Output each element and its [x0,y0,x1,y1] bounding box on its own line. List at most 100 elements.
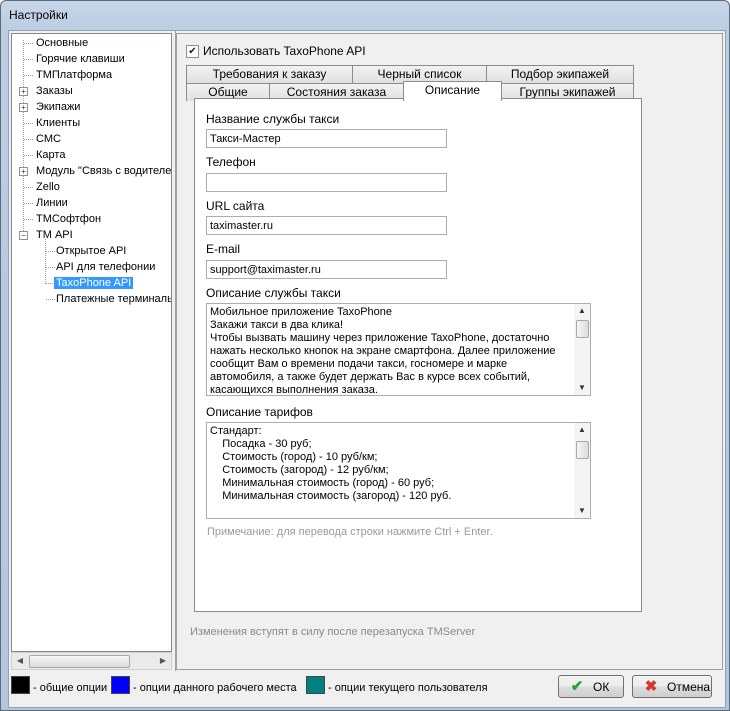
service-name-label: Название службы такси [206,112,340,126]
description-text: Мобильное приложение TaxoPhone Закажи та… [210,306,556,396]
expand-minus-icon[interactable]: − [19,231,28,240]
tariffs-label: Описание тарифов [206,405,313,419]
tree-item-payment-terminals[interactable]: Платежные терминалы [54,291,172,307]
service-name-field[interactable]: Такси-Мастер [206,129,447,148]
line-break-hint: Примечание: для перевода строки нажмите … [207,526,493,538]
tree-item-label: Линии [36,197,68,209]
description-scrollbar[interactable]: ▲ ▼ [574,304,590,395]
ok-button[interactable]: ✔ ОК [558,675,624,698]
tree-item-tmsoftphone[interactable]: ТМСофтфон [34,211,103,227]
tree-item-label: Основные [36,37,89,49]
tree-item-label: ТМПлатформа [36,69,113,81]
settings-window: Настройки Основные Горячие клавиши ТМПла… [0,0,730,711]
tree-connector [24,75,33,76]
tree-connector [24,59,33,60]
tree-item-osnovnye[interactable]: Основные [34,35,90,51]
legend-swatch-user [306,676,325,694]
restart-note: Изменения вступят в силу после перезапус… [190,626,476,638]
scroll-thumb[interactable] [576,441,589,459]
tree-item-label: Платежные терминалы [56,293,172,305]
tree-connector [45,239,46,284]
checkmark-icon: ✔ [570,678,584,695]
description-label: Описание службы такси [206,286,341,300]
tree-item-label: TaxoPhone API [52,276,135,290]
expand-plus-icon[interactable]: + [19,87,28,96]
tariffs-memo[interactable]: Стандарт: Посадка - 30 руб; Стоимость (г… [206,422,591,519]
tree-item-open-api[interactable]: Открытое API [54,243,128,259]
tree-item-label: API для телефонии [56,261,156,273]
tree-connector [24,123,33,124]
tree-item-orders[interactable]: Заказы [34,83,75,99]
cross-icon: ✖ [644,678,658,695]
tree-item-clients[interactable]: Клиенты [34,115,82,131]
url-field[interactable]: taximaster.ru [206,216,447,235]
tree-item-taxophone-api[interactable]: TaxoPhone API [52,275,135,291]
tree-item-label: ТМ API [36,229,73,241]
tree-item-label: Горячие клавиши [36,53,125,65]
tree-connector [24,203,33,204]
scroll-up-icon[interactable]: ▲ [574,304,590,318]
tree-item-label: Клиенты [36,117,81,129]
tree-item-telephony-api[interactable]: API для телефонии [54,259,157,275]
tree-item-zello[interactable]: Zello [34,179,62,195]
scroll-up-icon[interactable]: ▲ [574,423,590,437]
tree-item-label: Карта [36,149,66,161]
url-label: URL сайта [206,199,265,213]
scroll-thumb[interactable] [576,320,589,338]
legend-label-general: - общие опции [33,682,108,694]
use-taxophone-checkbox[interactable]: ✔ [186,45,199,58]
tab-crew-selection[interactable]: Подбор экипажей [486,65,634,83]
tree-connector [24,187,33,188]
phone-field[interactable] [206,173,447,192]
tree-item-label: Экипажи [36,101,81,113]
cancel-button[interactable]: ✖ Отмена [632,675,712,698]
tree-item-crews[interactable]: Экипажи [34,99,82,115]
tab-order-requirements[interactable]: Требования к заказу [186,65,353,83]
use-taxophone-label: Использовать TaxoPhone API [203,44,366,58]
scroll-thumb[interactable] [29,655,130,668]
email-label: E-mail [206,242,241,256]
window-title: Настройки [9,8,68,22]
tree-item-hotkeys[interactable]: Горячие клавиши [34,51,127,67]
phone-label: Телефон [206,155,256,169]
tree-connector [24,155,33,156]
legend-swatch-workplace [111,676,130,694]
tree-connector [24,139,33,140]
tree-item-sms[interactable]: СМС [34,131,63,147]
scroll-right-icon[interactable]: ▶ [155,653,171,669]
scroll-down-icon[interactable]: ▼ [574,504,590,518]
legend-swatch-general [11,676,30,694]
cancel-button-label: Отмена [667,680,711,694]
tree-connector [24,219,33,220]
legend-label-workplace: - опции данного рабочего места [133,682,297,694]
tree-item-label: Открытое API [56,245,127,257]
description-tab-page: Название службы такси Такси-Мастер Телеф… [194,98,642,612]
tree-connector [24,43,33,44]
email-field[interactable]: support@taximaster.ru [206,260,447,279]
expand-plus-icon[interactable]: + [19,103,28,112]
tree-item-label: СМС [36,133,61,145]
tree-item-lines[interactable]: Линии [34,195,70,211]
window-client-area: Основные Горячие клавиши ТМПлатформа + З… [8,30,726,708]
tree-item-label: Заказы [36,85,73,97]
tree-item-label: Модуль "Связь с водителем" [36,165,172,177]
tariffs-scrollbar[interactable]: ▲ ▼ [574,423,590,518]
expand-plus-icon[interactable]: + [19,167,28,176]
scroll-down-icon[interactable]: ▼ [574,381,590,395]
ok-button-label: ОК [593,680,610,694]
tree-item-tm-api[interactable]: ТМ API [34,227,75,243]
tab-description[interactable]: Описание [403,81,502,101]
scroll-left-icon[interactable]: ◀ [12,653,28,669]
tree-item-tmplatform[interactable]: ТМПлатформа [34,67,114,83]
title-bar[interactable]: Настройки [1,1,729,29]
tree-item-label: Zello [36,181,60,193]
tree-item-driver-link[interactable]: Модуль "Связь с водителем" [34,163,172,179]
tree-horizontal-scrollbar[interactable]: ◀ ▶ [11,652,172,670]
tree-item-label: ТМСофтфон [36,213,102,225]
settings-tree[interactable]: Основные Горячие клавиши ТМПлатформа + З… [11,33,172,652]
legend-label-user: - опции текущего пользователя [328,682,488,694]
tree-item-map[interactable]: Карта [34,147,67,163]
settings-panel: ✔ Использовать TaxoPhone API Требования … [176,33,723,670]
tariffs-text: Стандарт: Посадка - 30 руб; Стоимость (г… [210,425,452,502]
description-memo[interactable]: Мобильное приложение TaxoPhone Закажи та… [206,303,591,396]
